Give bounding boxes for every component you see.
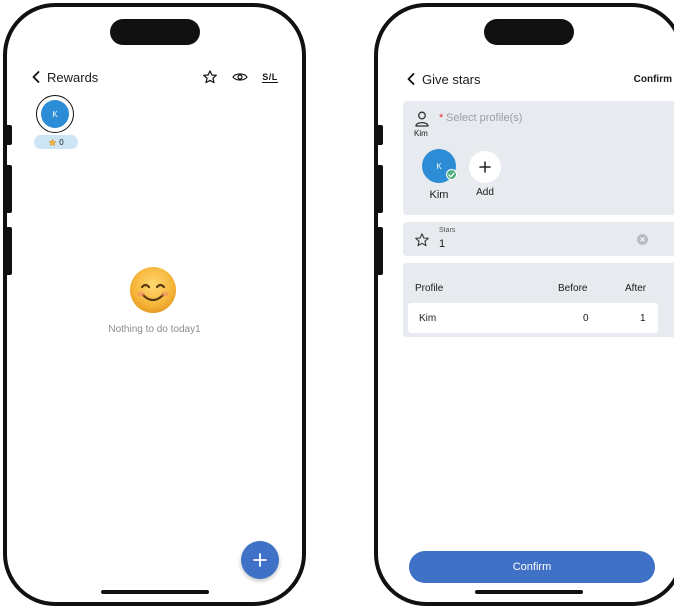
- give-stars-header: Give stars Confirm: [404, 69, 674, 89]
- avatar-initial: K: [41, 100, 69, 128]
- side-button: [7, 125, 12, 145]
- notch: [484, 19, 574, 45]
- empty-state-message: Nothing to do today1: [108, 324, 201, 335]
- rewards-header: Rewards S/L: [29, 67, 280, 87]
- back-icon[interactable]: [404, 69, 418, 89]
- add-reward-button[interactable]: [241, 541, 279, 579]
- stars-summary-table: Profile Before After Kim 0 1: [403, 263, 674, 337]
- back-icon[interactable]: [29, 67, 43, 87]
- plus-icon: [479, 161, 491, 173]
- side-button: [378, 227, 383, 275]
- star-outline-icon: [414, 232, 430, 248]
- stars-field-label: Stars: [439, 227, 456, 234]
- star-filled-icon: [48, 138, 57, 146]
- row-after: 1: [640, 313, 646, 324]
- sort-sl-icon[interactable]: S/L: [260, 67, 280, 87]
- star-count: 0: [59, 137, 64, 147]
- select-profiles-placeholder[interactable]: Select profile(s): [446, 112, 522, 124]
- smiling-face-icon: [129, 266, 177, 314]
- clear-icon[interactable]: [637, 234, 648, 245]
- header-actions: S/L: [200, 67, 280, 87]
- home-indicator: [475, 590, 583, 594]
- star-outline-icon[interactable]: [200, 67, 220, 87]
- check-icon: [446, 169, 457, 180]
- profile-select-card[interactable]: * Select profile(s) Kim K Kim Add: [403, 101, 674, 215]
- side-button: [378, 125, 383, 145]
- page-title: Give stars: [422, 71, 481, 87]
- plus-icon: [253, 553, 267, 567]
- confirm-button[interactable]: Confirm: [409, 551, 655, 583]
- column-header-before: Before: [558, 283, 588, 294]
- add-profile-label: Add: [476, 187, 494, 198]
- phone-give-stars: Give stars Confirm * Select profile(s) K…: [374, 3, 674, 606]
- side-button: [7, 227, 12, 275]
- eye-icon[interactable]: [230, 67, 250, 87]
- star-count-badge: 0: [34, 135, 78, 149]
- column-header-after: After: [625, 283, 647, 294]
- stars-input-field[interactable]: Stars 1: [403, 222, 674, 256]
- header-confirm-button[interactable]: Confirm: [634, 74, 672, 85]
- person-icon: [415, 111, 429, 127]
- selected-profile-name: Kim: [429, 189, 449, 201]
- row-before: 0: [583, 313, 589, 324]
- add-profile-button[interactable]: [469, 151, 501, 183]
- home-indicator: [100, 590, 209, 594]
- current-user-label: Kim: [414, 129, 428, 138]
- notch: [109, 19, 200, 45]
- row-profile: Kim: [419, 313, 437, 324]
- side-button: [7, 165, 12, 213]
- side-button: [378, 165, 383, 213]
- phone-rewards: Rewards S/L K 0 Nothing to do today1: [3, 3, 306, 606]
- page-title: Rewards: [47, 69, 99, 85]
- table-row: Kim 0 1: [408, 303, 658, 333]
- profile-avatar[interactable]: K: [36, 95, 74, 133]
- sort-sl-label: S/L: [262, 71, 278, 83]
- stars-field-value[interactable]: 1: [439, 238, 445, 250]
- required-marker: *: [439, 112, 444, 124]
- column-header-profile: Profile: [415, 283, 444, 294]
